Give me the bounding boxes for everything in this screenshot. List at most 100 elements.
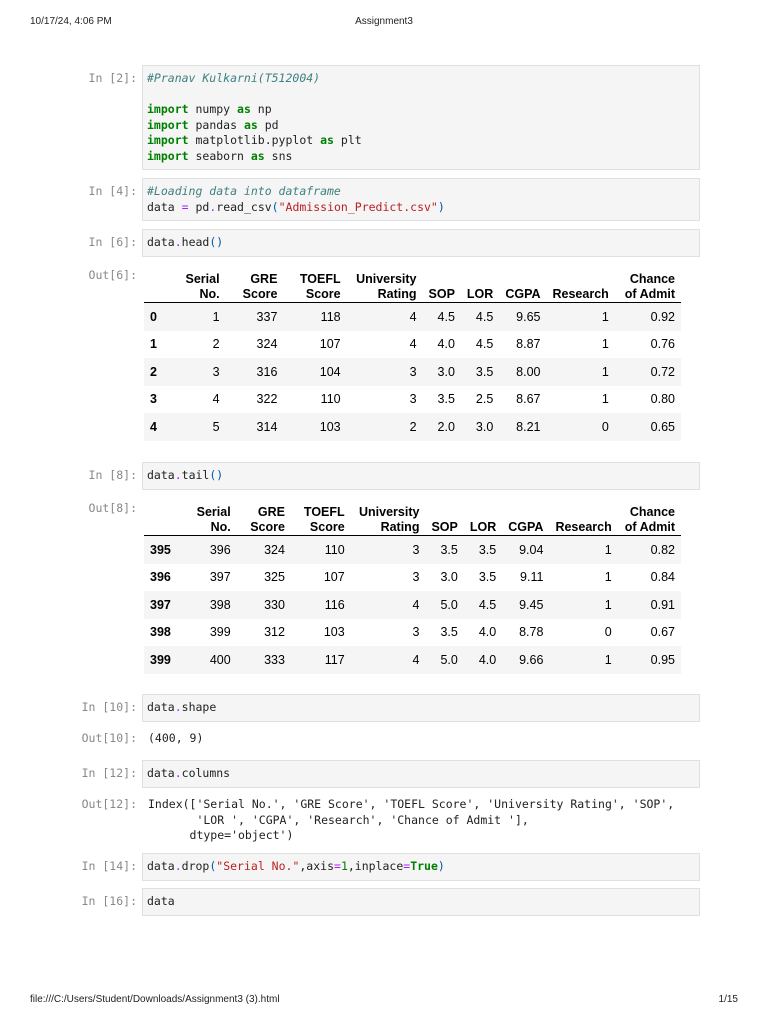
table-cell: 1: [549, 591, 618, 619]
table-cell: 2: [346, 413, 423, 441]
table-cell: 0.95: [617, 646, 681, 674]
table-cell: 3.0: [440, 570, 458, 585]
table-cell: 1: [546, 358, 615, 386]
table-cell: 116: [290, 591, 351, 619]
code-token: #Loading data into dataframe: [147, 184, 341, 198]
output-prompt: Out[6]:: [88, 268, 137, 282]
table-cell: 314: [225, 413, 284, 441]
column-header: GRE Score: [236, 495, 291, 536]
code-token: sns: [264, 148, 293, 163]
code-token: .: [174, 766, 182, 780]
code-token: head: [181, 235, 210, 249]
code-input[interactable]: #Pranav Kulkarni(T512004) import numpy a…: [142, 65, 700, 170]
column-header: Research: [549, 495, 618, 536]
table-cell: 5: [170, 413, 226, 441]
table-cell: 4.0: [463, 646, 503, 674]
table-cell: 107: [323, 570, 345, 585]
code-token: pandas: [188, 117, 244, 132]
table-cell: 0.92: [614, 302, 681, 331]
output-prompt: Out[12]:: [81, 797, 137, 811]
table-cell: 9.11: [520, 570, 544, 585]
code-token: #Pranav Kulkarni(T512004): [147, 71, 321, 85]
table-cell: 1: [170, 302, 226, 331]
table-cell: 3.5: [463, 535, 503, 564]
code-input[interactable]: data.drop("Serial No.",axis=1,inplace=Tr…: [142, 853, 700, 881]
table-cell: 3.5: [440, 625, 458, 640]
code-input[interactable]: data.tail(): [142, 462, 700, 490]
table-cell: 3.0: [460, 413, 500, 441]
column-header: SOP: [425, 495, 464, 536]
table-cell: 0.76: [650, 337, 675, 352]
table-cell: 3: [412, 625, 420, 640]
cell-prompt: In [14]:: [81, 859, 137, 873]
table-cell: 3: [170, 358, 226, 386]
output-text: (400, 9): [148, 731, 204, 745]
code-token: data: [147, 199, 182, 214]
code-input[interactable]: data.shape: [142, 694, 700, 722]
column-header: SOP: [422, 262, 461, 303]
table-cell: 322: [256, 392, 278, 407]
table-cell: 4: [350, 646, 426, 674]
print-file-path: file:///C:/Users/Student/Downloads/Assig…: [30, 994, 280, 1005]
row-index: 3: [150, 392, 157, 407]
code-token: (): [209, 468, 224, 482]
code-input[interactable]: data: [142, 888, 700, 916]
code-token: True: [410, 859, 438, 873]
table-cell: 1: [546, 302, 615, 331]
table-cell: 1: [549, 646, 618, 674]
print-title: Assignment3: [355, 16, 413, 27]
column-header: University Rating: [350, 495, 426, 536]
code-token: data: [147, 468, 175, 482]
code-token: 1: [340, 859, 348, 873]
table-cell: 9.66: [502, 646, 550, 674]
table-cell: 4.5: [422, 302, 461, 331]
table-cell: 1: [549, 535, 618, 564]
output-prompt: Out[10]:: [81, 731, 137, 745]
code-input[interactable]: data.head(): [142, 229, 700, 257]
code-token: data: [147, 859, 175, 873]
table-cell: 9.45: [502, 591, 550, 619]
table-cell: 312: [264, 625, 285, 640]
column-header: CGPA: [502, 495, 550, 536]
code-token: shape: [181, 700, 217, 714]
code-token: ,axis: [299, 859, 334, 873]
table-cell: 337: [225, 302, 284, 331]
code-token: import: [147, 117, 189, 132]
code-token: as: [320, 133, 334, 147]
code-token: =: [181, 199, 189, 214]
table-cell: 0: [546, 413, 615, 441]
row-index: 395: [144, 535, 185, 564]
table-cell: 398: [184, 591, 237, 619]
cell-prompt: In [2]:: [88, 71, 137, 85]
row-index: 0: [144, 302, 171, 331]
table-cell: 3: [412, 570, 420, 585]
cell-prompt: In [6]:: [88, 235, 137, 249]
table-cell: 316: [225, 358, 284, 386]
code-token: drop: [181, 859, 210, 873]
table-cell: 3: [350, 535, 426, 564]
table-row: 399 400 333 117 4 5.0 4.0 9.66 1 0.95: [144, 646, 681, 674]
code-line: data = pd.read_csv("Admission_Predict.cs…: [147, 200, 695, 216]
table-cell: 4.0: [437, 337, 455, 352]
code-input[interactable]: data.columns: [142, 760, 700, 788]
table-cell: 397: [209, 570, 231, 585]
code-input[interactable]: #Loading data into dataframe data = pd.re…: [142, 178, 700, 221]
table-cell: 0.72: [614, 358, 681, 386]
table-row: 3 4 322 110 3 3.5 2.5 8.67 1 0.80: [144, 386, 681, 414]
code-token: as: [250, 148, 265, 163]
output-text: Index(['Serial No.', 'GRE Score', 'TOEFL…: [148, 797, 675, 842]
code-token: ,inplace: [347, 859, 404, 873]
column-header: LOR: [460, 262, 500, 303]
table-cell: 103: [323, 625, 345, 640]
code-line: #Loading data into dataframe: [147, 184, 695, 200]
table-cell: 8.67: [516, 392, 541, 407]
column-header: CGPA: [499, 262, 547, 303]
table-cell: 0.82: [617, 535, 681, 564]
notebook-page: 10/17/24, 4:06 PM Assignment3 In [2]: #P…: [0, 0, 768, 1024]
code-token: seaborn: [188, 148, 251, 163]
table-cell: 3.5: [425, 535, 464, 564]
table-cell: 399: [209, 625, 231, 640]
table-cell: 400: [184, 646, 237, 674]
table-row: 1 2 324 107 4 4.0 4.5 8.87 1 0.76: [144, 331, 681, 359]
row-index: 2: [144, 358, 171, 386]
